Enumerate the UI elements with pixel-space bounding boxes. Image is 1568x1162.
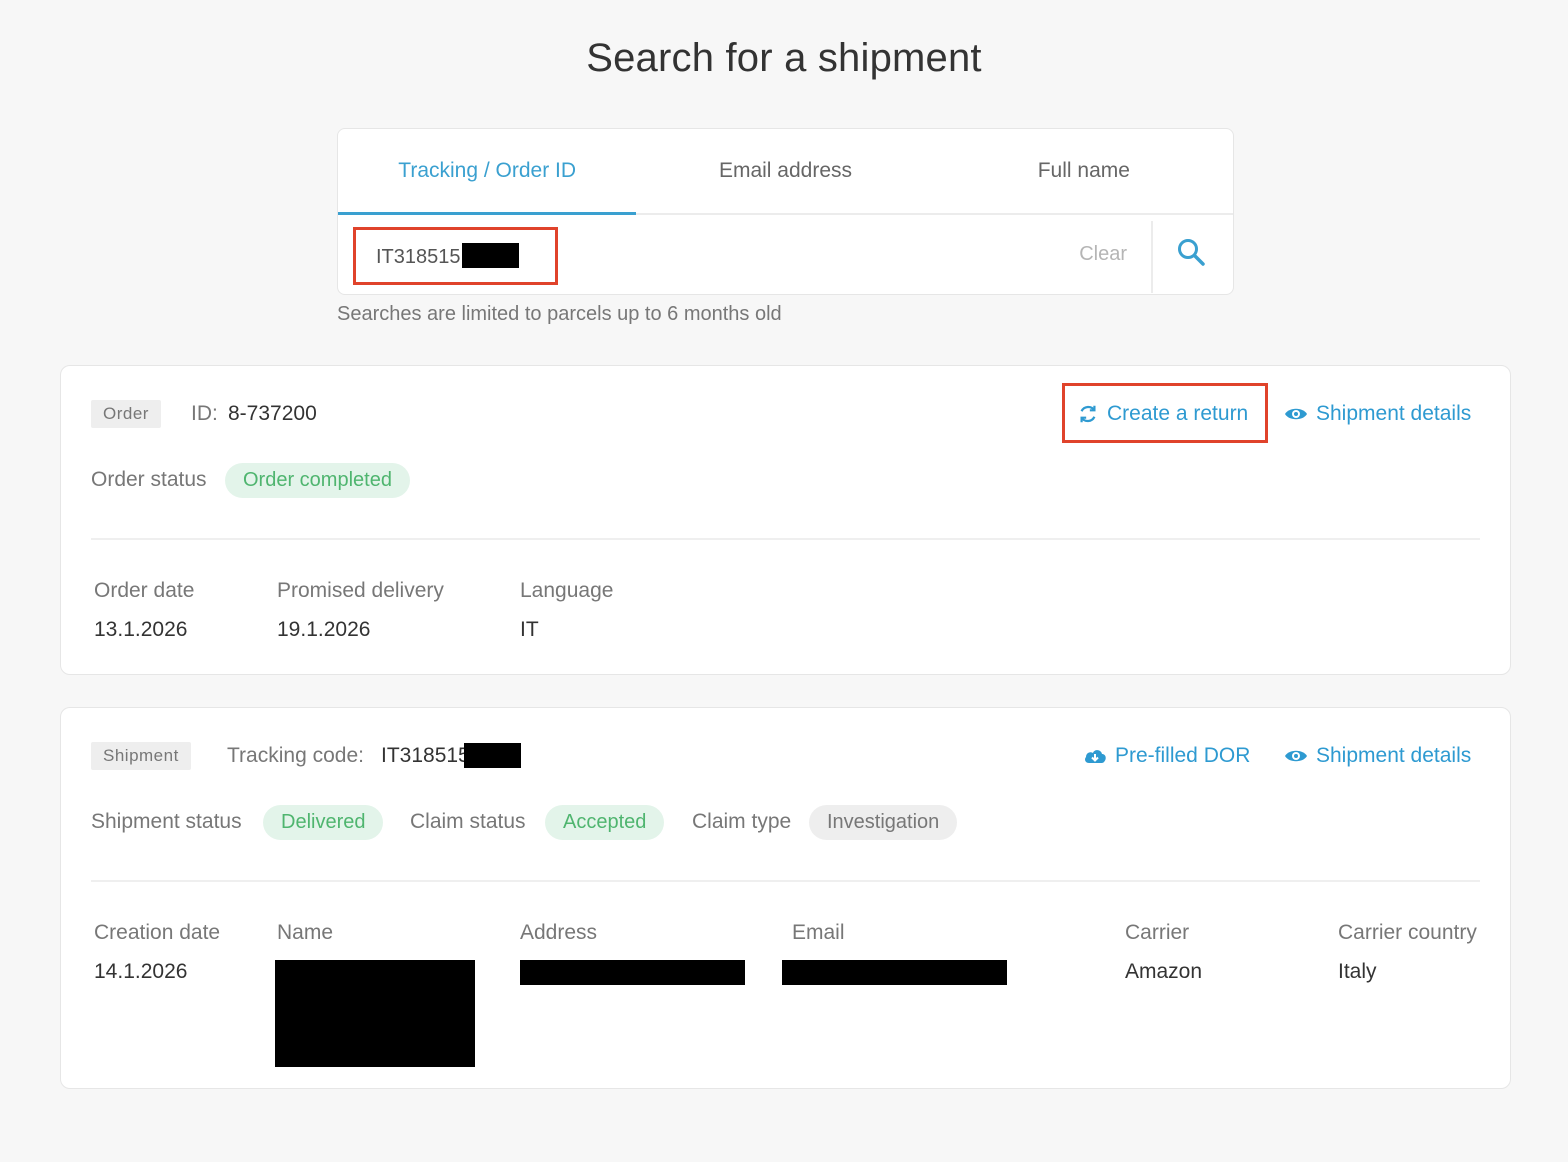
shipment-card: Shipment Tracking code: IT318515 Pre-fil…	[60, 707, 1511, 1089]
promised-delivery-value: 19.1.2026	[277, 618, 371, 641]
redacted-name	[275, 960, 475, 1067]
highlight-search-input	[353, 227, 558, 285]
redacted-email	[782, 960, 1007, 985]
shipment-status-badge: Delivered	[263, 805, 384, 840]
promised-delivery-label: Promised delivery	[277, 579, 444, 602]
email-label: Email	[792, 921, 845, 944]
address-label: Address	[520, 921, 598, 944]
order-date-value: 13.1.2026	[94, 618, 188, 641]
search-divider	[1151, 221, 1153, 293]
order-id-value: 8-737200	[228, 402, 317, 425]
language-value: IT	[520, 618, 539, 641]
eye-icon	[1285, 408, 1307, 420]
clear-button[interactable]: Clear	[1079, 243, 1127, 266]
language-label: Language	[520, 579, 614, 602]
search-tabs: Tracking / Order ID Email address Full n…	[338, 129, 1233, 215]
claim-status-badge: Accepted	[545, 805, 665, 840]
order-status-label: Order status	[91, 468, 207, 491]
prefilled-dor-button[interactable]: Pre-filled DOR	[1083, 744, 1250, 768]
search-icon	[1178, 239, 1205, 266]
claim-type-label: Claim type	[692, 810, 792, 833]
shipment-details-button[interactable]: Shipment details	[1284, 744, 1471, 768]
order-card: Order ID: 8-737200 Create a return Shipm…	[60, 365, 1511, 675]
redacted-tracking-code-suffix	[464, 743, 521, 768]
name-label: Name	[277, 921, 334, 944]
order-divider	[91, 538, 1480, 540]
order-shipment-details-label: Shipment details	[1316, 402, 1472, 425]
carrier-country-label: Carrier country	[1338, 921, 1477, 944]
tracking-code-label: Tracking code:	[227, 744, 364, 767]
order-shipment-details-button[interactable]: Shipment details	[1284, 402, 1471, 426]
carrier-country-value: Italy	[1338, 960, 1377, 983]
tab-full-name[interactable]: Full name	[935, 129, 1233, 213]
redacted-address	[520, 960, 745, 985]
creation-date-value: 14.1.2026	[94, 960, 188, 983]
shipment-status-label: Shipment status	[91, 810, 242, 833]
search-card: Tracking / Order ID Email address Full n…	[337, 128, 1234, 295]
eye-icon	[1285, 750, 1307, 762]
order-date-label: Order date	[94, 579, 195, 602]
carrier-label: Carrier	[1125, 921, 1190, 944]
tab-tracking-order-id[interactable]: Tracking / Order ID	[338, 129, 637, 215]
order-status-badge: Order completed	[225, 463, 410, 498]
search-row: Clear	[338, 215, 1233, 296]
cloud-download-icon	[1085, 750, 1106, 763]
creation-date-label: Creation date	[94, 921, 221, 944]
carrier-value: Amazon	[1125, 960, 1203, 983]
search-button[interactable]	[1176, 237, 1210, 271]
shipment-tag: Shipment	[91, 742, 191, 770]
order-id-label: ID:	[191, 402, 218, 425]
highlight-create-return	[1062, 383, 1268, 443]
order-tag: Order	[91, 400, 161, 428]
prefilled-dor-label: Pre-filled DOR	[1115, 744, 1251, 767]
shipment-divider	[91, 880, 1480, 882]
tab-email-address[interactable]: Email address	[636, 129, 934, 213]
page-title: Search for a shipment	[586, 36, 982, 80]
search-hint: Searches are limited to parcels up to 6 …	[337, 303, 782, 325]
claim-type-badge: Investigation	[809, 805, 958, 840]
claim-status-label: Claim status	[410, 810, 526, 833]
tracking-code-value: IT318515	[381, 744, 470, 767]
shipment-details-label: Shipment details	[1316, 744, 1472, 767]
